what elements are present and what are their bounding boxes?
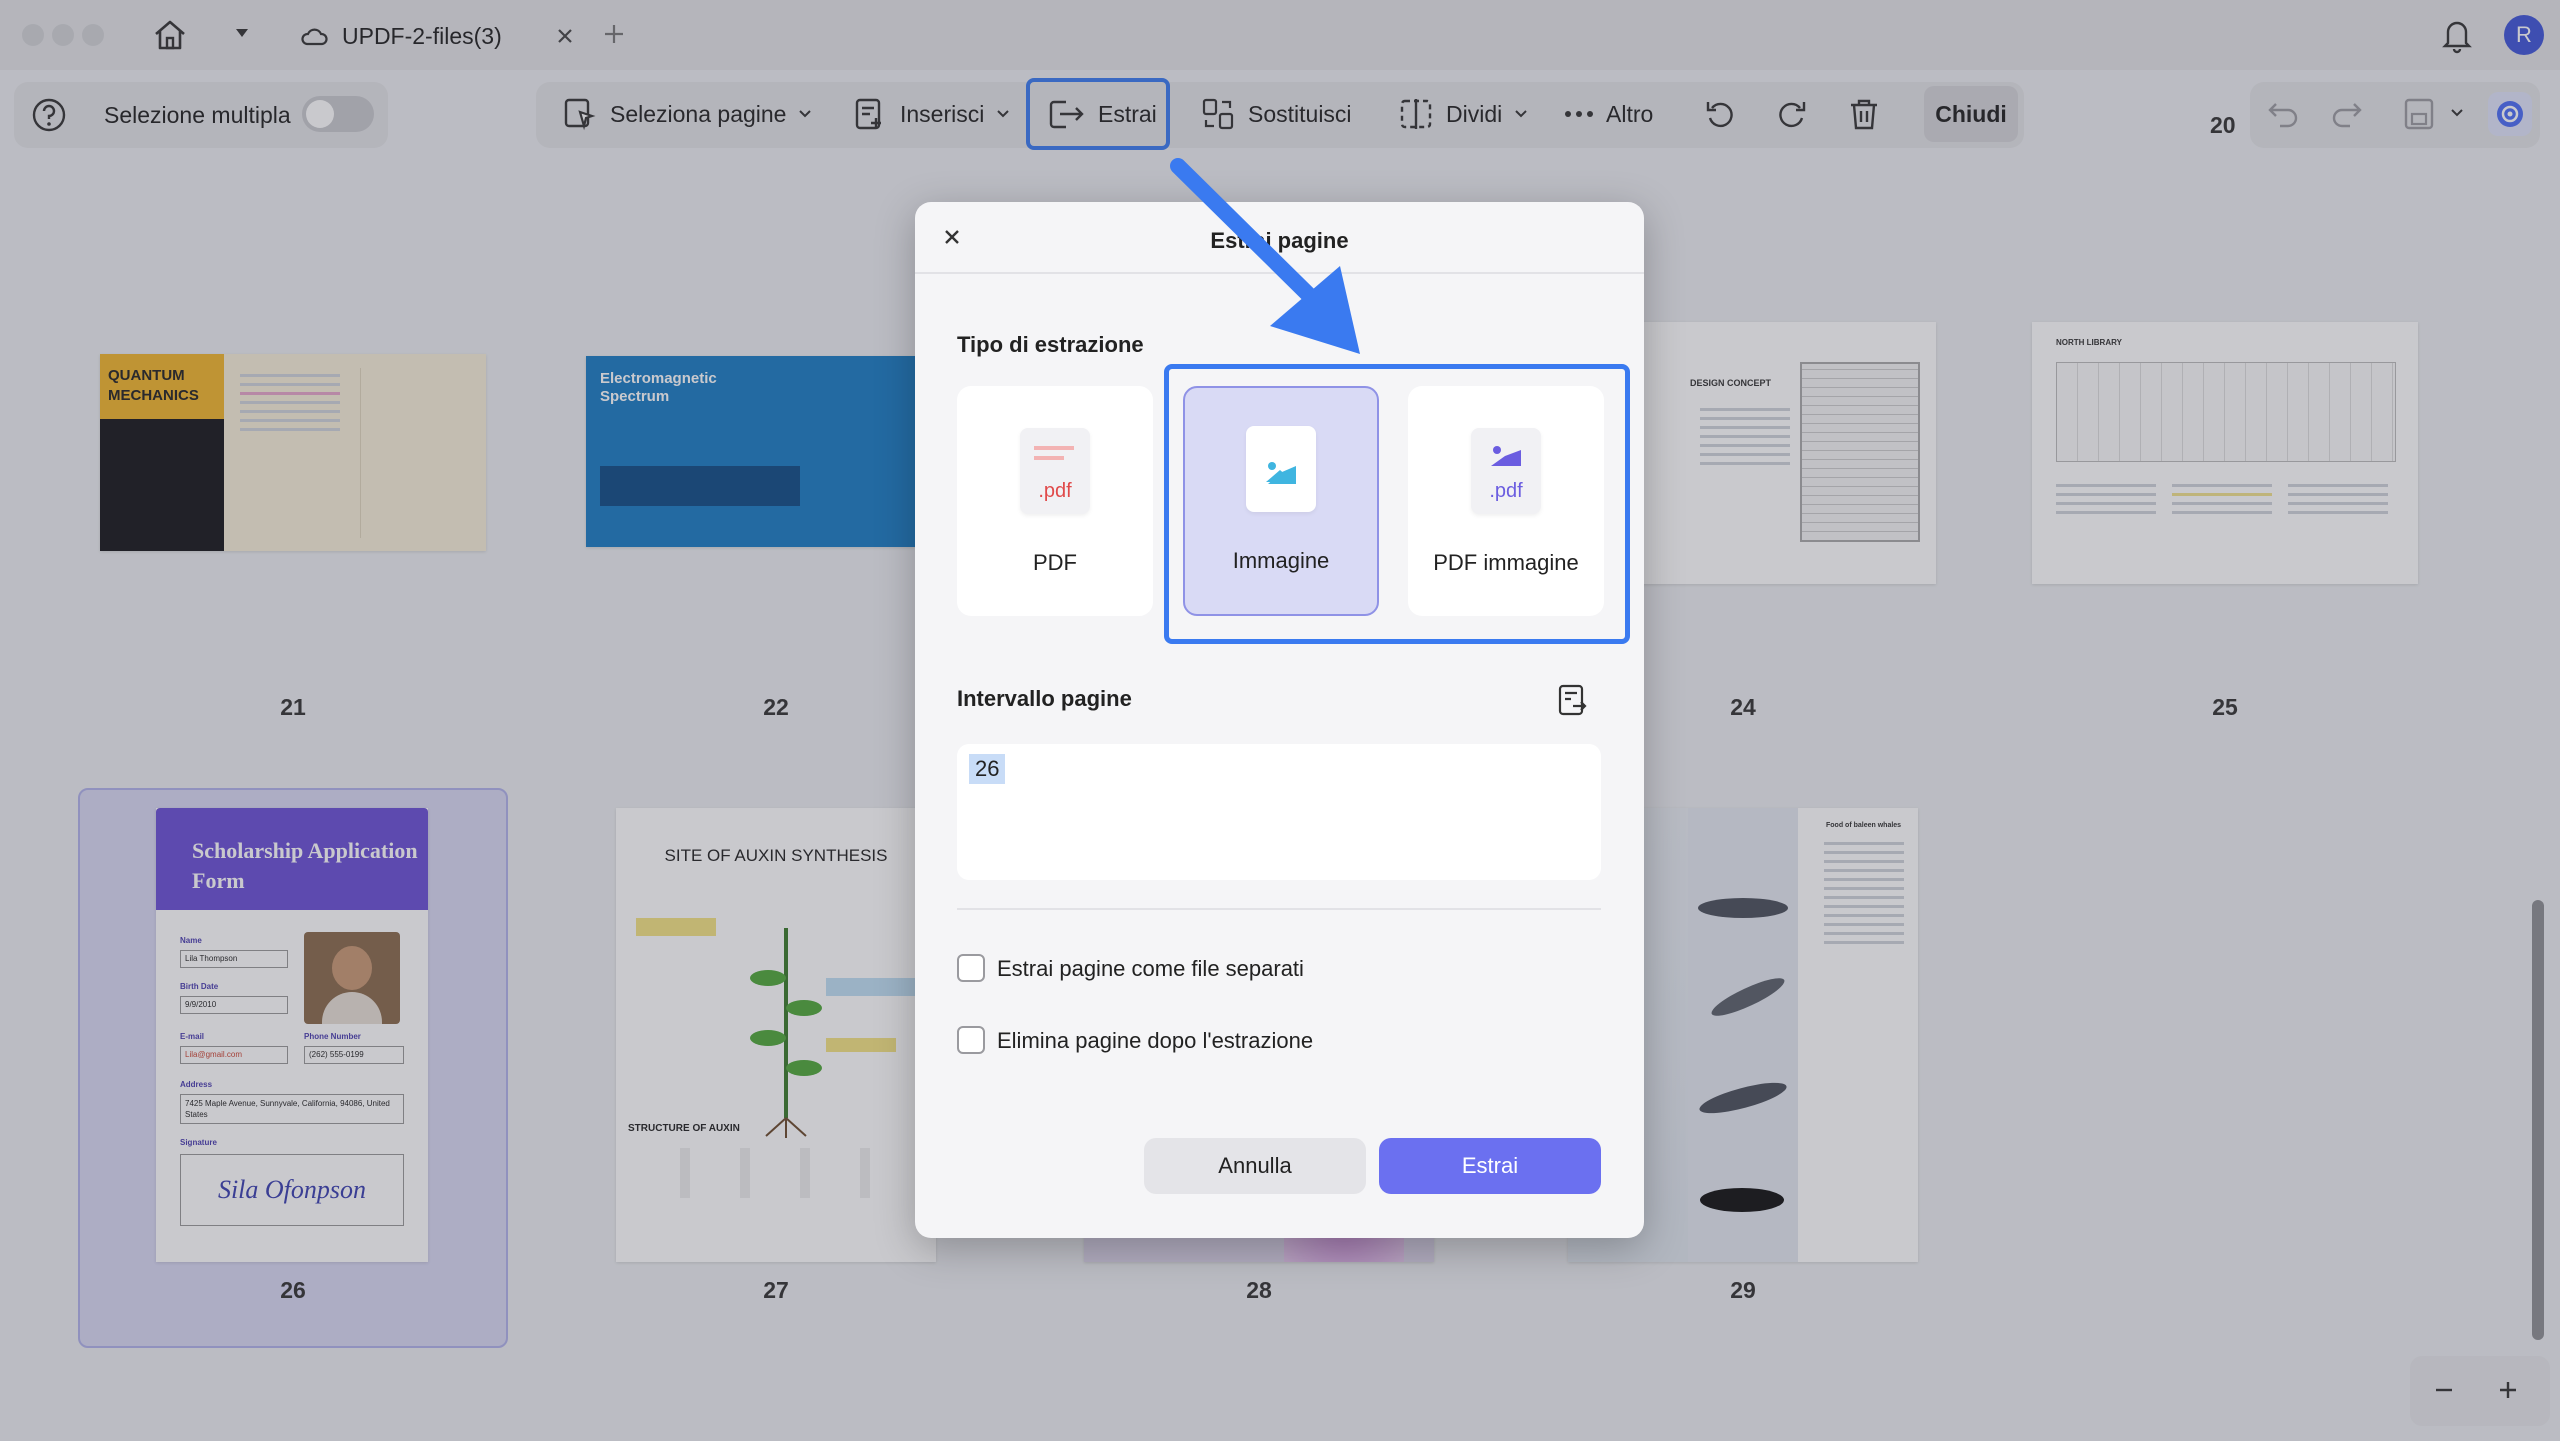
cancel-button[interactable]: Annulla: [1144, 1138, 1366, 1194]
extract-pages-dialog: Estrai pagine Tipo di estrazione .pdf PD…: [915, 202, 1644, 1238]
extract-type-label: Tipo di estrazione: [957, 332, 1144, 357]
option-pdf[interactable]: .pdf PDF: [957, 386, 1153, 616]
page-range-value: 26: [969, 754, 1006, 784]
option-pdf-label: PDF: [1033, 550, 1077, 575]
delete-after-extract-checkbox[interactable]: [957, 1026, 985, 1054]
annotation-arrow-icon: [1170, 156, 1370, 356]
page-range-input[interactable]: 26: [957, 744, 1601, 880]
separate-files-label: Estrai pagine come file separati: [997, 956, 1304, 981]
range-divider: [957, 908, 1601, 910]
image-options-highlight: [1164, 364, 1630, 644]
page-range-label: Intervallo pagine: [957, 686, 1132, 711]
delete-after-extract-label: Elimina pagine dopo l'estrazione: [997, 1028, 1314, 1053]
page-range-picker-icon[interactable]: [1555, 682, 1591, 718]
extract-confirm-button[interactable]: Estrai: [1379, 1138, 1601, 1194]
separate-files-checkbox[interactable]: [957, 954, 985, 982]
pdf-file-icon: .pdf: [1020, 428, 1090, 514]
